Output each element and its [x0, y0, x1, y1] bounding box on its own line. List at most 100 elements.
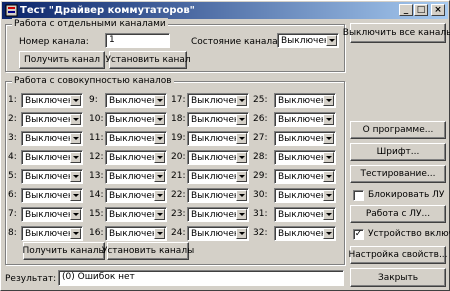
channel-state-select[interactable]: Выключен	[105, 188, 167, 203]
dropdown-arrow-icon[interactable]	[323, 209, 334, 220]
dropdown-arrow-icon[interactable]	[323, 133, 334, 144]
block-lu-checkbox[interactable]	[353, 190, 364, 201]
channel-state-value: Выключен	[191, 172, 240, 182]
channel-state-value: Выключен	[278, 172, 327, 182]
close-button[interactable]: Закрыть	[350, 268, 446, 287]
channel-state-select[interactable]: Выключен	[187, 93, 249, 108]
channel-state-select[interactable]: Выключен	[21, 93, 83, 108]
dropdown-arrow-icon[interactable]	[323, 95, 334, 106]
channel-label: 6:	[8, 190, 17, 200]
channel-state-select[interactable]: Выключен	[105, 169, 167, 184]
device-settings-button[interactable]: Настройка свойств...	[348, 246, 448, 264]
channel-number-input[interactable]: 1	[105, 33, 170, 48]
channel-state-select[interactable]: Выключен	[105, 226, 167, 241]
channel-state-select[interactable]: Выключен	[277, 33, 339, 48]
channel-state-select[interactable]: Выключен	[274, 226, 336, 241]
channel-state-value: Выключен	[191, 229, 240, 239]
channel-state-select[interactable]: Выключен	[21, 131, 83, 146]
channel-state-select[interactable]: Выключен	[21, 188, 83, 203]
minimize-icon[interactable]: _	[399, 4, 413, 16]
dropdown-arrow-icon[interactable]	[154, 95, 165, 106]
channel-label: 30:	[253, 190, 268, 200]
channel-label: 31:	[253, 209, 268, 219]
channel-state-value: Выключен	[25, 153, 74, 163]
dropdown-arrow-icon[interactable]	[70, 152, 81, 163]
dropdown-arrow-icon[interactable]	[154, 114, 165, 125]
channel-state-select[interactable]: Выключен	[105, 131, 167, 146]
channel-state-select[interactable]: Выключен	[187, 169, 249, 184]
dropdown-arrow-icon[interactable]	[70, 209, 81, 220]
about-button[interactable]: О программе...	[350, 121, 446, 139]
channel-state-select[interactable]: Выключен	[274, 93, 336, 108]
maximize-icon[interactable]: □	[414, 4, 428, 16]
channel-state-value: Выключен	[191, 210, 240, 220]
dropdown-arrow-icon[interactable]	[70, 114, 81, 125]
dropdown-arrow-icon[interactable]	[236, 133, 247, 144]
channel-state-select[interactable]: Выключен	[21, 207, 83, 222]
channel-state-select[interactable]: Выключен	[187, 150, 249, 165]
channel-state-select[interactable]: Выключен	[274, 131, 336, 146]
dropdown-arrow-icon[interactable]	[236, 228, 247, 239]
dropdown-arrow-icon[interactable]	[323, 152, 334, 163]
get-channels-button[interactable]: Получить каналы	[22, 242, 106, 260]
dropdown-arrow-icon[interactable]	[323, 114, 334, 125]
dropdown-arrow-icon[interactable]	[70, 228, 81, 239]
channel-state-value: Выключен	[278, 210, 327, 220]
channel-state-select[interactable]: Выключен	[187, 207, 249, 222]
dropdown-arrow-icon[interactable]	[236, 171, 247, 182]
dropdown-arrow-icon[interactable]	[70, 95, 81, 106]
testing-button[interactable]: Тестирование...	[350, 165, 446, 183]
channel-state-select[interactable]: Выключен	[21, 169, 83, 184]
dropdown-arrow-icon[interactable]	[236, 114, 247, 125]
dropdown-arrow-icon[interactable]	[154, 190, 165, 201]
dropdown-arrow-icon[interactable]	[323, 171, 334, 182]
get-channel-button[interactable]: Получить канал	[19, 51, 105, 69]
channel-state-select[interactable]: Выключен	[105, 150, 167, 165]
channel-state-value: Выключен	[109, 229, 158, 239]
channel-state-select[interactable]: Выключен	[274, 150, 336, 165]
device-on-checkbox[interactable]: ✓	[353, 229, 364, 240]
channel-state-select[interactable]: Выключен	[21, 150, 83, 165]
channel-state-value: Выключен	[25, 134, 74, 144]
dropdown-arrow-icon[interactable]	[154, 171, 165, 182]
channel-label: 1:	[8, 95, 17, 105]
channel-state-select[interactable]: Выключен	[274, 188, 336, 203]
dropdown-arrow-icon[interactable]	[323, 190, 334, 201]
channel-state-value: Выключен	[191, 191, 240, 201]
dropdown-arrow-icon[interactable]	[154, 228, 165, 239]
channel-state-select[interactable]: Выключен	[187, 188, 249, 203]
dropdown-arrow-icon[interactable]	[154, 133, 165, 144]
channel-state-select[interactable]: Выключен	[187, 226, 249, 241]
dropdown-arrow-icon[interactable]	[236, 152, 247, 163]
work-with-lu-button[interactable]: Работа с ЛУ...	[350, 205, 446, 223]
turn-off-all-button[interactable]: Выключить все каналы	[343, 23, 450, 43]
dropdown-arrow-icon[interactable]	[154, 152, 165, 163]
channel-state-select[interactable]: Выключен	[21, 112, 83, 127]
channel-state-select[interactable]: Выключен	[274, 207, 336, 222]
dropdown-arrow-icon[interactable]	[236, 190, 247, 201]
channel-state-select[interactable]: Выключен	[187, 131, 249, 146]
channel-state-select[interactable]: Выключен	[105, 207, 167, 222]
dropdown-arrow-icon[interactable]	[236, 95, 247, 106]
channel-state-select[interactable]: Выключен	[187, 112, 249, 127]
channel-state-select[interactable]: Выключен	[105, 112, 167, 127]
channel-state-select[interactable]: Выключен	[274, 169, 336, 184]
set-channel-button[interactable]: Установить канал	[105, 51, 191, 69]
channel-state-value: Выключен	[109, 172, 158, 182]
channel-state-select[interactable]: Выключен	[21, 226, 83, 241]
channel-state-value: Выключен	[109, 134, 158, 144]
dropdown-arrow-icon[interactable]	[326, 35, 337, 46]
dropdown-arrow-icon[interactable]	[236, 209, 247, 220]
channel-state-value: Выключен	[109, 191, 158, 201]
font-button[interactable]: Шрифт...	[350, 143, 446, 161]
channel-state-select[interactable]: Выключен	[105, 93, 167, 108]
dropdown-arrow-icon[interactable]	[323, 228, 334, 239]
set-channels-button[interactable]: Установить каналы	[102, 242, 194, 260]
close-icon[interactable]: ×	[431, 4, 445, 16]
channel-state-select[interactable]: Выключен	[274, 112, 336, 127]
dropdown-arrow-icon[interactable]	[70, 171, 81, 182]
dropdown-arrow-icon[interactable]	[70, 133, 81, 144]
dropdown-arrow-icon[interactable]	[154, 209, 165, 220]
dropdown-arrow-icon[interactable]	[70, 190, 81, 201]
channel-state-value: Выключен	[109, 96, 158, 106]
